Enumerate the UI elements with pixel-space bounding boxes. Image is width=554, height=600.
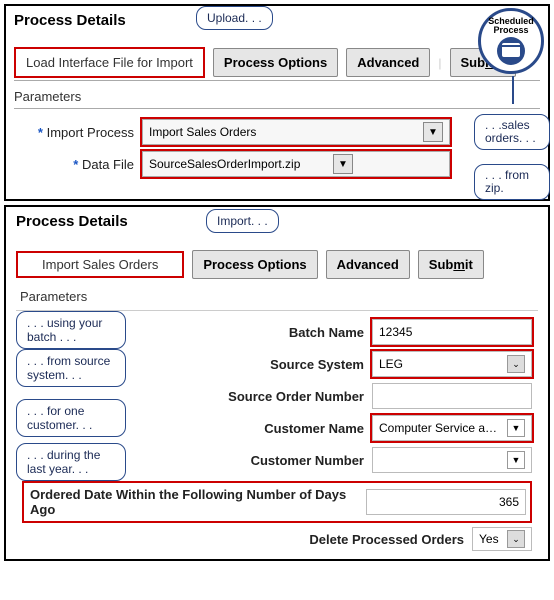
select-data-file-value: SourceSalesOrderImport.zip [149, 157, 300, 171]
value-batch-name: 12345 [379, 325, 412, 339]
process-options-button[interactable]: Process Options [192, 250, 317, 279]
badge-line2: Process [493, 26, 528, 35]
input-ordered-date-days[interactable]: 365 [366, 489, 526, 515]
label-customer-name: Customer Name [166, 421, 364, 436]
callout-sales-orders: . . .sales orders. . . [474, 114, 550, 150]
callout-customer: . . . for one customer. . . [16, 399, 126, 437]
select-customer-number[interactable]: ▼ [372, 447, 532, 473]
calendar-icon [497, 37, 525, 65]
dropdown-icon[interactable]: ⌄ [507, 355, 525, 373]
callout-last-year: . . . during the last year. . . [16, 443, 126, 481]
dropdown-icon[interactable]: ▼ [507, 419, 525, 437]
callout-batch: . . . using your batch . . . [16, 311, 126, 349]
advanced-button[interactable]: Advanced [346, 48, 430, 77]
value-ordered-date-days: 365 [499, 495, 519, 509]
value-delete-processed: Yes [479, 532, 499, 546]
bottom-panel: Process Details Import. . . Import Sales… [4, 205, 550, 561]
bottom-title-box: Import Sales Orders [16, 251, 184, 278]
dropdown-icon[interactable]: ▼ [333, 154, 353, 174]
callout-upload: Upload. . . [196, 6, 273, 30]
select-delete-processed[interactable]: Yes ⌄ [472, 527, 532, 551]
advanced-button[interactable]: Advanced [326, 250, 410, 279]
submit-button[interactable]: Submit [418, 250, 484, 279]
select-import-process[interactable]: Import Sales Orders ▼ [142, 119, 450, 145]
callout-from-zip: . . . from zip. [474, 164, 550, 200]
submit-post: it [465, 257, 473, 272]
dropdown-icon[interactable]: ⌄ [507, 530, 525, 548]
value-source-system: LEG [379, 357, 403, 371]
submit-pre: Sub [429, 257, 454, 272]
select-data-file[interactable]: SourceSalesOrderImport.zip ▼ [142, 151, 450, 177]
label-source-system: Source System [166, 357, 364, 372]
scheduled-process-badge: Scheduled Process [478, 8, 544, 74]
label-data-file: Data File [14, 157, 134, 172]
input-source-order-number[interactable] [372, 383, 532, 409]
callout-source-system: . . . from source system. . . [16, 349, 126, 387]
dropdown-icon[interactable]: ▼ [423, 122, 443, 142]
label-import-process: Import Process [14, 125, 134, 140]
value-customer-name: Computer Service and R [379, 421, 499, 435]
select-customer-name[interactable]: Computer Service and R ▼ [372, 415, 532, 441]
label-delete-processed: Delete Processed Orders [166, 532, 464, 547]
label-ordered-date-days: Ordered Date Within the Following Number… [28, 487, 358, 517]
top-panel: Process Details Scheduled Process Upload… [4, 4, 550, 201]
badge-connector-line [512, 76, 514, 104]
callout-import: Import. . . [206, 209, 279, 233]
top-heading: Process Details [14, 10, 540, 33]
top-title-box: Load Interface File for Import [14, 47, 205, 78]
process-options-button[interactable]: Process Options [213, 48, 338, 77]
label-customer-number: Customer Number [166, 453, 364, 468]
select-source-system[interactable]: LEG ⌄ [372, 351, 532, 377]
select-import-process-value: Import Sales Orders [149, 125, 256, 139]
dropdown-icon[interactable]: ▼ [507, 451, 525, 469]
label-batch-name: Batch Name [166, 325, 364, 340]
parameters-label: Parameters [14, 87, 540, 106]
input-batch-name[interactable]: 12345 [372, 319, 532, 345]
submit-accel: m [453, 257, 465, 272]
label-source-order-number: Source Order Number [166, 389, 364, 404]
parameters-label: Parameters [16, 287, 538, 306]
